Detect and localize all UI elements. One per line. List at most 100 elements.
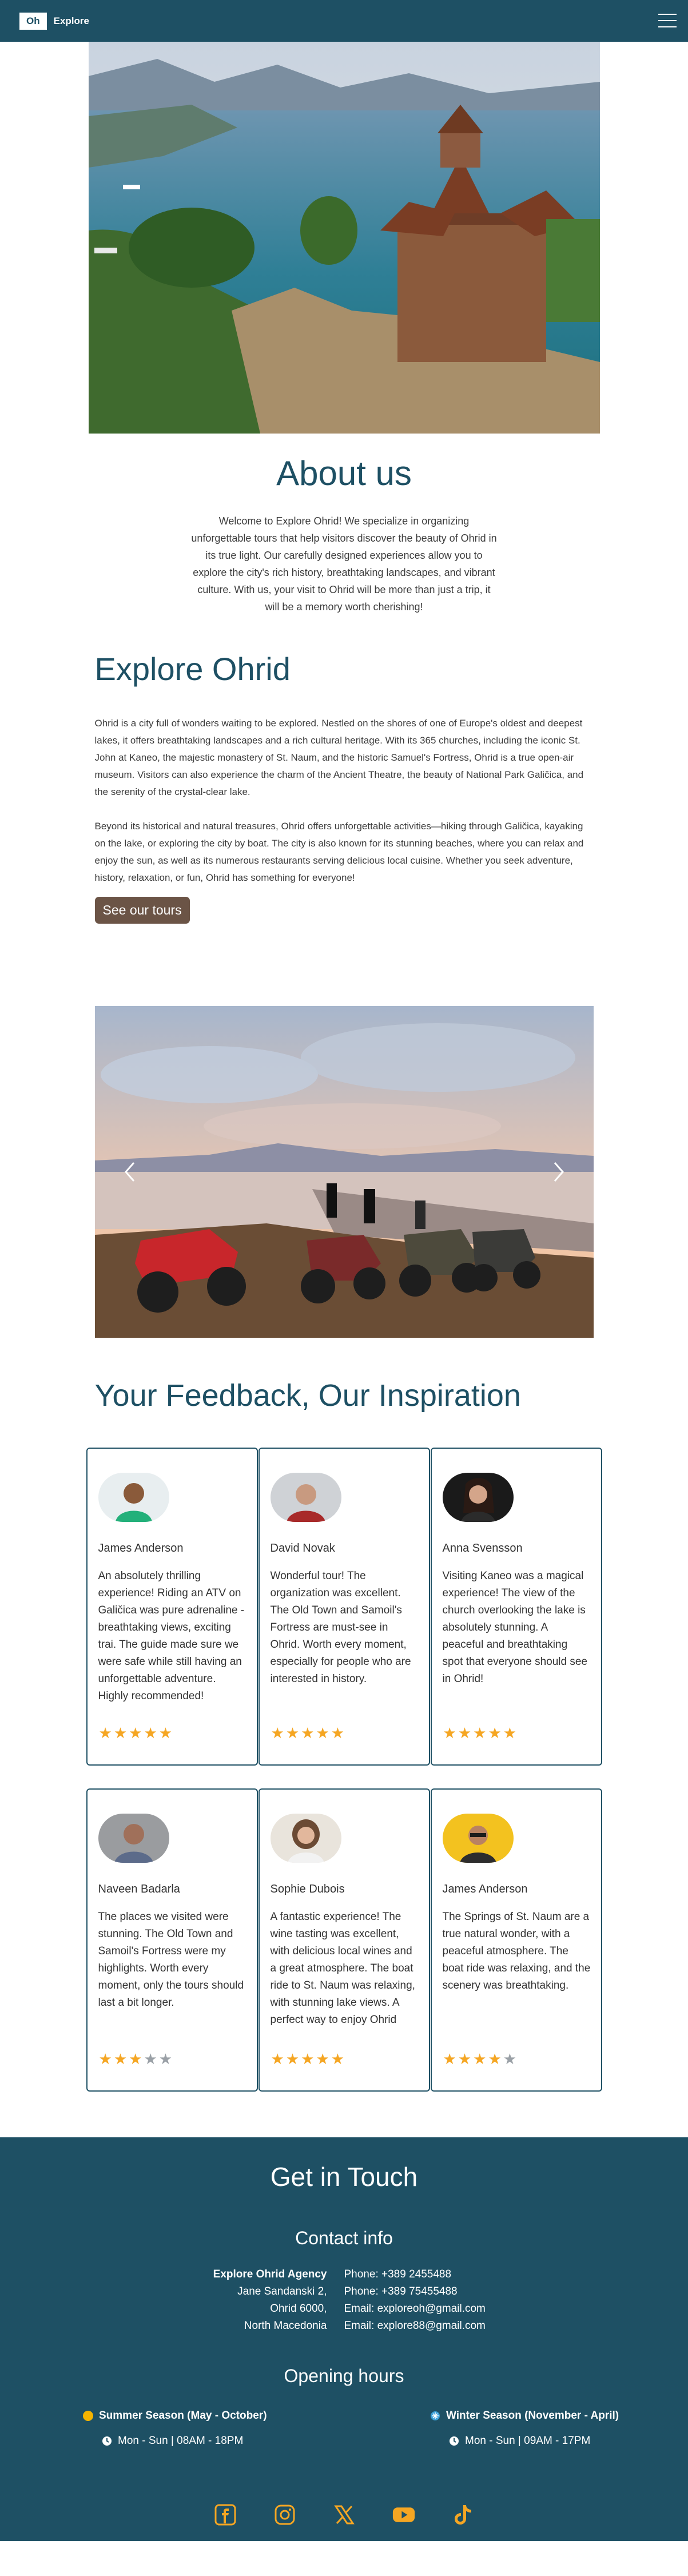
star-filled-icon: ★ [316, 2050, 329, 2068]
reviewer-avatar [98, 1814, 169, 1863]
star-filled-icon: ★ [443, 2050, 456, 2068]
instagram-icon[interactable] [273, 2503, 296, 2526]
review-text: The places we visited were stunning. The… [98, 1911, 244, 2009]
about-title: About us [276, 454, 412, 492]
reviews-row: Naveen Badarla The places we visited wer… [86, 1788, 602, 2092]
star-filled-icon: ★ [129, 1724, 142, 1742]
review-text: An absolutely thrilling experience! Ridi… [98, 1570, 245, 1702]
reviewer-name: James Anderson [98, 1542, 184, 1555]
summer-season: Summer Season (May - October) Mon - Sun … [83, 2410, 267, 2447]
about-section: About us Welcome to Explore Ohrid! We sp… [0, 434, 688, 615]
address-country: North Macedonia [244, 2320, 327, 2332]
reviewer-name: James Anderson [442, 1883, 528, 1895]
contact-address: Explore Ohrid Agency Jane Sandanski 2, O… [157, 2266, 344, 2335]
star-empty-icon: ★ [144, 2050, 157, 2068]
explore-paragraph-2: Beyond its historical and natural treasu… [94, 821, 584, 883]
review-card: James Anderson The Springs of St. Naum a… [430, 1788, 602, 2092]
contact-title: Contact info [295, 2228, 393, 2248]
review-card: Anna Svensson Visiting Kaneo was a magic… [430, 1448, 602, 1766]
footer-title: Get in Touch [270, 2162, 418, 2192]
star-filled-icon: ★ [158, 1724, 173, 1742]
reviewer-name: Anna Svensson [442, 1542, 523, 1555]
star-filled-icon: ★ [458, 2050, 472, 2068]
star-filled-icon: ★ [271, 1724, 284, 1742]
star-filled-icon: ★ [473, 1724, 487, 1742]
agency-name: Explore Ohrid Agency [213, 2268, 327, 2280]
star-filled-icon: ★ [98, 1724, 112, 1742]
feedback-title: Your Feedback, Our Inspiration [94, 1378, 521, 1413]
review-card: Naveen Badarla The places we visited wer… [86, 1788, 258, 2092]
star-filled-icon: ★ [331, 1724, 345, 1742]
carousel-prev-icon[interactable] [121, 1160, 138, 1183]
phone-2[interactable]: Phone: +389 75455488 [344, 2283, 532, 2300]
explore-section: Explore Ohrid Ohrid is a city full of wo… [94, 651, 594, 924]
hero-image [88, 42, 600, 434]
brand-link[interactable]: Oh Explore [19, 12, 89, 30]
rating-stars: ★ ★ ★ ★ ★ [271, 1726, 345, 1740]
carousel-next-icon[interactable] [550, 1160, 567, 1183]
tiktok-icon[interactable] [452, 2503, 475, 2526]
star-filled-icon: ★ [113, 1724, 128, 1742]
review-card: James Anderson An absolutely thrilling e… [86, 1448, 258, 1766]
see-tours-button[interactable]: See our tours [94, 897, 190, 924]
star-filled-icon: ★ [285, 2050, 300, 2068]
star-filled-icon: ★ [285, 1724, 300, 1742]
star-empty-icon: ★ [503, 2050, 517, 2068]
x-icon[interactable] [333, 2503, 356, 2526]
review-text: Visiting Kaneo was a magical experience!… [442, 1570, 588, 1685]
about-text: Welcome to Explore Ohrid! We specialize … [191, 515, 497, 613]
facebook-icon[interactable] [214, 2503, 237, 2526]
star-filled-icon: ★ [503, 1724, 517, 1742]
star-empty-icon: ★ [158, 2050, 173, 2068]
reviewer-avatar [270, 1473, 341, 1522]
star-filled-icon: ★ [473, 2050, 487, 2068]
carousel-slide-image [94, 1006, 594, 1338]
hours-title: Opening hours [284, 2366, 404, 2386]
sun-icon [83, 2411, 93, 2421]
star-filled-icon: ★ [488, 2050, 502, 2068]
footer: Get in Touch Contact info Explore Ohrid … [0, 2137, 688, 2541]
rating-stars: ★ ★ ★ ★ ★ [99, 2052, 173, 2066]
rating-stars: ★ ★ ★ ★ ★ [443, 2052, 517, 2066]
explore-title: Explore Ohrid [94, 651, 291, 687]
reviewer-avatar [442, 1473, 514, 1522]
star-filled-icon: ★ [113, 2050, 128, 2068]
review-text: Wonderful tour! The organization was exc… [270, 1570, 411, 1685]
rating-stars: ★ ★ ★ ★ ★ [443, 1726, 517, 1740]
reviewer-avatar [98, 1473, 169, 1522]
reviewer-avatar [270, 1814, 341, 1863]
youtube-icon[interactable] [392, 2503, 415, 2526]
rating-stars: ★ ★ ★ ★ ★ [99, 1726, 173, 1740]
winter-hours: Mon - Sun | 09AM - 17PM [465, 2435, 591, 2447]
review-card: David Novak Wonderful tour! The organiza… [258, 1448, 430, 1766]
menu-toggle-icon[interactable] [658, 14, 677, 27]
star-filled-icon: ★ [316, 1724, 329, 1742]
email-2[interactable]: Email: explore88@gmail.com [344, 2317, 532, 2335]
brand-logo: Oh [19, 12, 47, 30]
summer-title: Summer Season (May - October) [99, 2410, 267, 2422]
phone-1[interactable]: Phone: +389 2455488 [344, 2266, 532, 2283]
star-filled-icon: ★ [443, 1724, 456, 1742]
reviewer-avatar [442, 1814, 514, 1863]
review-card: Sophie Dubois A fantastic experience! Th… [258, 1788, 430, 2092]
star-filled-icon: ★ [271, 2050, 284, 2068]
brand-name: Explore [53, 15, 89, 26]
contact-info: Explore Ohrid Agency Jane Sandanski 2, O… [0, 2266, 688, 2335]
contact-details: Phone: +389 2455488 Phone: +389 75455488… [344, 2266, 532, 2335]
navbar: Oh Explore [0, 0, 688, 42]
summer-hours: Mon - Sun | 08AM - 18PM [118, 2435, 244, 2447]
email-1[interactable]: Email: exploreoh@gmail.com [344, 2300, 532, 2317]
clock-icon [450, 2436, 459, 2446]
clock-icon [102, 2436, 112, 2446]
reviews-row: James Anderson An absolutely thrilling e… [86, 1448, 602, 1766]
star-filled-icon: ★ [144, 1724, 157, 1742]
star-filled-icon: ★ [488, 1724, 502, 1742]
star-filled-icon: ★ [98, 2050, 112, 2068]
winter-title: Winter Season (November - April) [446, 2410, 619, 2422]
review-text: The Springs of St. Naum are a true natur… [442, 1911, 591, 1991]
image-carousel [94, 1006, 594, 1338]
address-street: Jane Sandanski 2, [237, 2285, 327, 2297]
star-filled-icon: ★ [129, 2050, 142, 2068]
reviewer-name: Naveen Badarla [98, 1883, 180, 1895]
social-links [0, 2503, 688, 2526]
